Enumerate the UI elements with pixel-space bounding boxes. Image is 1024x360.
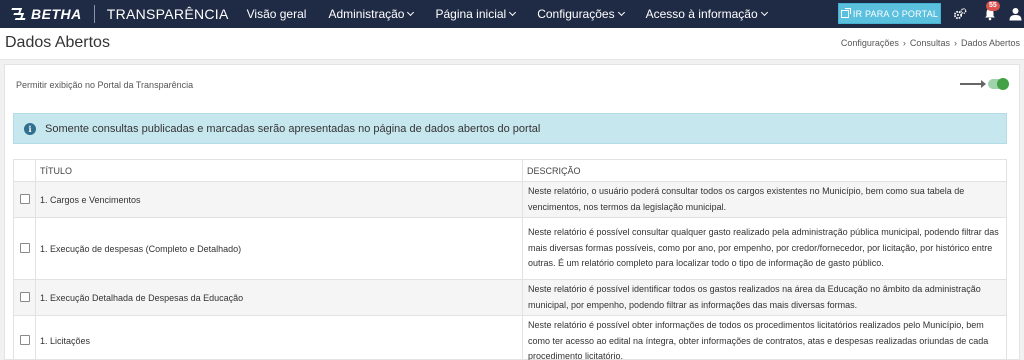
breadcrumb-item-dados-abertos: Dados Abertos [960,38,1020,48]
betha-logo-icon [9,5,27,23]
row-checkbox-cell [13,315,36,360]
row-description: Neste relatório é possível consultar qua… [522,217,1007,280]
page-title: Dados Abertos [5,34,110,51]
brand-divider [93,5,95,23]
nav-item-pagina-inicial[interactable]: Página inicial [435,7,517,21]
row-title: 1. Execução Detalhada de Despesas da Edu… [35,279,523,316]
table-row[interactable]: 1. Licitações Neste relatório é possível… [13,315,1007,360]
row-checkbox-cell [13,181,36,218]
notification-count-badge: 55 [986,1,1000,11]
permit-display-label: Permitir exibição no Portal da Transparê… [16,80,194,90]
row-description: Neste relatório, o usuário poderá consul… [522,181,1007,218]
chevron-right-icon: › [953,38,957,48]
row-checkbox[interactable] [19,335,30,346]
toggle-knob [997,78,1009,90]
brand-name: BETHA [31,6,82,22]
row-description: Neste relatório é possível identificar t… [522,279,1007,316]
chevron-down-icon [509,8,517,17]
gears-icon[interactable] [953,7,967,21]
table-header-row: TÍTULO DESCRIÇÃO [13,159,1007,182]
chevron-right-icon: › [902,38,906,48]
breadcrumb-item-consultas[interactable]: Consultas [910,38,950,48]
nav-item-label: Acesso à informação [645,7,758,21]
page-header: Dados Abertos Configurações › Consultas … [0,28,1024,60]
row-description: Neste relatório é possível obter informa… [522,315,1007,360]
nav-item-label: Visão geral [246,7,307,21]
go-to-portal-button[interactable]: IR PARA O PORTAL [838,3,941,24]
arrow-right-icon [960,80,986,88]
table-row[interactable]: 1. Execução de despesas (Completo e Deta… [13,217,1007,280]
row-checkbox-cell [13,217,36,280]
nav-item-acesso-informacao[interactable]: Acesso à informação [645,7,768,21]
product-name: TRANSPARÊNCIA [106,6,229,22]
user-icon[interactable] [1009,7,1022,21]
nav-item-label: Configurações [537,7,615,21]
info-alert-text: Somente consultas publicadas e marcadas … [45,122,541,135]
chevron-down-icon [617,8,625,17]
row-title: 1. Execução de despesas (Completo e Deta… [35,217,523,280]
row-checkbox-cell [13,279,36,316]
permit-display-toggle[interactable] [988,78,1009,90]
info-alert: i Somente consultas publicadas e marcada… [13,113,1007,144]
column-header-titulo[interactable]: TÍTULO [35,159,523,182]
brand-logo[interactable]: BETHA [0,0,82,28]
open-data-table: TÍTULO DESCRIÇÃO 1. Cargos e Vencimentos… [13,159,1007,360]
chevron-down-icon [407,8,415,17]
row-title: 1. Licitações [35,315,523,360]
go-to-portal-label: IR PARA O PORTAL [852,8,939,19]
info-icon: i [24,122,36,135]
main-nav: Visão geral Administração Página inicial… [247,0,789,28]
row-title: 1. Cargos e Vencimentos [35,181,523,218]
external-link-icon [840,7,851,18]
row-checkbox[interactable] [19,193,30,204]
column-header-descricao[interactable]: DESCRIÇÃO [522,159,1007,182]
breadcrumb: Configurações › Consultas › Dados Aberto… [841,38,1020,48]
row-checkbox[interactable] [19,242,30,253]
chevron-down-icon [760,8,768,17]
nav-item-label: Página inicial [435,7,507,21]
table-row[interactable]: 1. Execução Detalhada de Despesas da Edu… [13,279,1007,316]
row-checkbox[interactable] [19,291,30,302]
breadcrumb-item-configuracoes[interactable]: Configurações [841,38,899,48]
nav-item-visao-geral[interactable]: Visão geral [247,7,307,21]
nav-item-configuracoes[interactable]: Configurações [537,7,625,21]
nav-item-administracao[interactable]: Administração [328,7,415,21]
nav-item-label: Administração [328,7,405,21]
select-column-header [13,159,36,182]
table-row[interactable]: 1. Cargos e Vencimentos Neste relatório,… [13,181,1007,218]
